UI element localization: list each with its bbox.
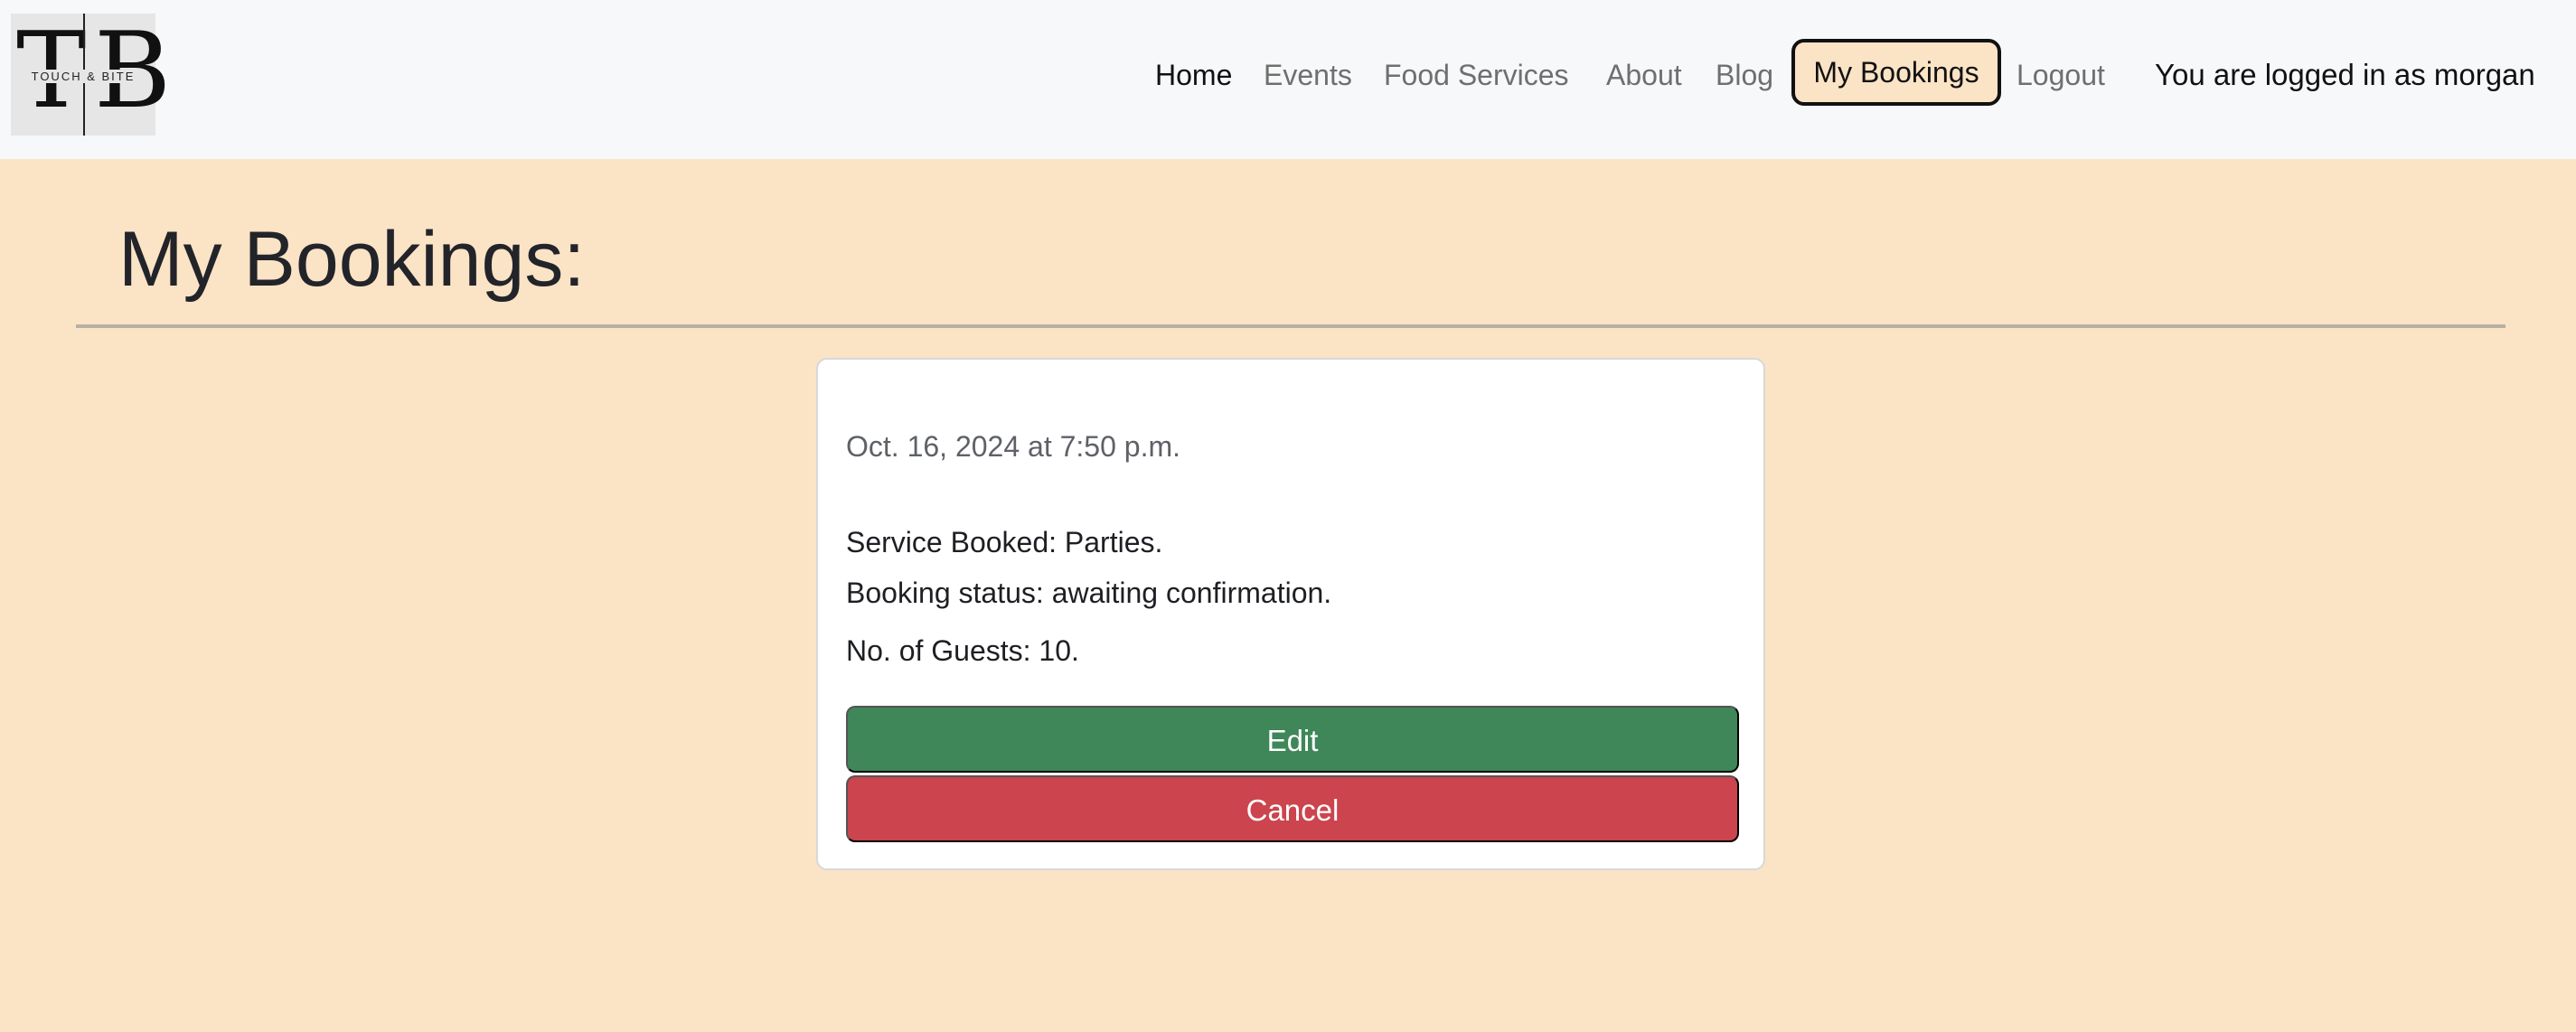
nav-link-food-services[interactable]: Food Services [1384, 0, 1569, 150]
page-title: My Bookings: [118, 216, 586, 303]
logo-tagline: TOUCH & BITE [29, 70, 137, 83]
booking-card: Oct. 16, 2024 at 7:50 p.m. Service Booke… [816, 358, 1765, 870]
login-status: You are logged in as morgan [2155, 58, 2535, 91]
nav-link-about[interactable]: About [1606, 0, 1682, 150]
booking-date: Oct. 16, 2024 at 7:50 p.m. [846, 430, 1180, 463]
booking-guests: No. of Guests: 10. [846, 634, 1079, 667]
brand-logo[interactable]: T B TOUCH & BITE [11, 14, 171, 136]
navbar: T B TOUCH & BITE Home Events Food Servic… [0, 0, 2576, 159]
edit-booking-button[interactable]: Edit [846, 706, 1739, 773]
logo-tagline-wrap: TOUCH & BITE [11, 70, 155, 83]
nav-link-home[interactable]: Home [1155, 0, 1232, 150]
booking-service: Service Booked: Parties. [846, 526, 1163, 558]
title-divider [76, 324, 2505, 328]
nav-link-blog[interactable]: Blog [1716, 0, 1773, 150]
nav-link-events[interactable]: Events [1264, 0, 1352, 150]
booking-status: Booking status: awaiting confirmation. [846, 577, 1332, 609]
nav-link-my-bookings[interactable]: My Bookings [1791, 39, 2001, 106]
nav-link-logout[interactable]: Logout [2017, 0, 2105, 150]
cancel-booking-button[interactable]: Cancel [846, 775, 1739, 842]
